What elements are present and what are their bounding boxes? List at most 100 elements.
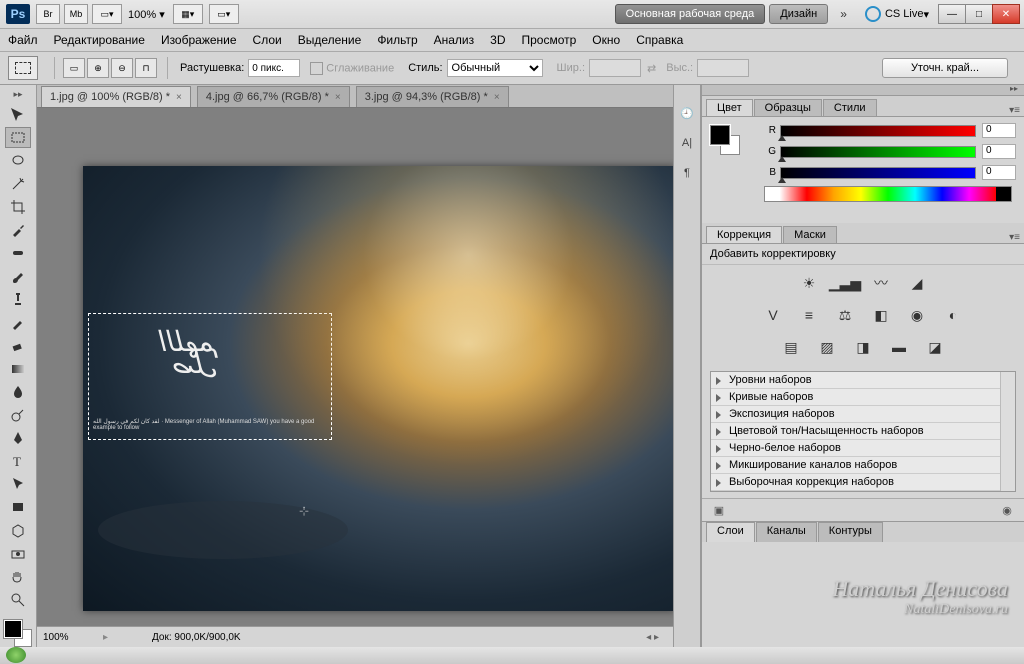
menu-view[interactable]: Просмотр — [521, 33, 576, 47]
shape-tool[interactable] — [5, 497, 31, 518]
workspace-essentials-button[interactable]: Основная рабочая среда — [615, 4, 766, 24]
history-brush-tool[interactable] — [5, 312, 31, 333]
bw-icon[interactable]: ◧ — [870, 305, 892, 325]
list-item[interactable]: Экспозиция наборов — [711, 406, 1015, 423]
lasso-tool[interactable] — [5, 150, 31, 171]
exposure-icon[interactable]: ◢ — [906, 273, 928, 293]
screen-mode-dropdown[interactable]: ▭▾ — [92, 4, 122, 24]
document-tab[interactable]: 3.jpg @ 94,3% (RGB/8) *× — [356, 86, 509, 107]
list-item[interactable]: Кривые наборов — [711, 389, 1015, 406]
list-item[interactable]: Черно-белое наборов — [711, 440, 1015, 457]
close-button[interactable]: ✕ — [992, 4, 1020, 24]
menu-filter[interactable]: Фильтр — [377, 33, 417, 47]
b-value[interactable]: 0 — [982, 165, 1016, 180]
tab-swatches[interactable]: Образцы — [754, 99, 822, 116]
photo-filter-icon[interactable]: ◉ — [906, 305, 928, 325]
panel-swatches[interactable] — [710, 125, 740, 155]
paragraph-panel-icon[interactable]: ¶ — [677, 163, 697, 183]
character-panel-icon[interactable]: A| — [677, 133, 697, 153]
arrange-docs-dropdown[interactable]: ▦▾ — [173, 4, 203, 24]
crop-tool[interactable] — [5, 196, 31, 217]
tab-color[interactable]: Цвет — [706, 99, 753, 116]
minibridge-button[interactable]: Mb — [64, 4, 88, 24]
selection-intersect-icon[interactable]: ⊓ — [135, 58, 157, 78]
pen-tool[interactable] — [5, 428, 31, 449]
selection-add-icon[interactable]: ⊕ — [87, 58, 109, 78]
marquee-tool[interactable] — [5, 127, 31, 148]
refine-edge-button[interactable]: Уточн. край... — [882, 58, 1008, 78]
workspace-more-button[interactable]: » — [832, 7, 855, 21]
tab-paths[interactable]: Контуры — [818, 522, 883, 542]
selective-color-icon[interactable]: ◪ — [924, 337, 946, 357]
style-select[interactable]: Обычный — [447, 59, 543, 77]
workspace-design-button[interactable]: Дизайн — [769, 4, 828, 24]
close-tab-icon[interactable]: × — [494, 92, 500, 103]
posterize-icon[interactable]: ▨ — [816, 337, 838, 357]
menu-analysis[interactable]: Анализ — [434, 33, 475, 47]
selection-new-icon[interactable]: ▭ — [63, 58, 85, 78]
3d-tool[interactable] — [5, 520, 31, 541]
curves-icon[interactable]: 〰 — [870, 273, 892, 293]
dodge-tool[interactable] — [5, 404, 31, 425]
brush-tool[interactable] — [5, 266, 31, 287]
feather-input[interactable] — [248, 59, 300, 77]
minimize-button[interactable]: — — [938, 4, 966, 24]
canvas[interactable]: اللهمصل لقد كان لكم في رسول الله · Messe… — [83, 166, 673, 611]
list-item[interactable]: Уровни наборов — [711, 372, 1015, 389]
camera-tool[interactable] — [5, 543, 31, 564]
maximize-button[interactable]: □ — [965, 4, 993, 24]
status-scroll-icon[interactable]: ◂ ▸ — [646, 632, 659, 643]
panel-menu-icon[interactable]: ▾≡ — [1009, 232, 1020, 243]
cs-live-button[interactable]: CS Live ▾ — [865, 6, 929, 22]
bridge-button[interactable]: Br — [36, 4, 60, 24]
levels-icon[interactable]: ▁▃▅ — [834, 273, 856, 293]
foreground-color-swatch[interactable] — [4, 620, 22, 638]
threshold-icon[interactable]: ◨ — [852, 337, 874, 357]
status-zoom[interactable]: 100% — [43, 632, 99, 643]
eraser-tool[interactable] — [5, 335, 31, 356]
list-item[interactable]: Микширование каналов наборов — [711, 457, 1015, 474]
r-value[interactable]: 0 — [982, 123, 1016, 138]
move-tool[interactable] — [5, 104, 31, 125]
canvas-viewport[interactable]: اللهمصل لقد كان لكم في رسول الله · Messe… — [37, 108, 673, 626]
gradient-tool[interactable] — [5, 358, 31, 379]
g-value[interactable]: 0 — [982, 144, 1016, 159]
channel-mixer-icon[interactable]: ◐ — [942, 305, 964, 325]
blur-tool[interactable] — [5, 381, 31, 402]
tab-styles[interactable]: Стили — [823, 99, 877, 116]
balance-icon[interactable]: ⚖ — [834, 305, 856, 325]
close-tab-icon[interactable]: × — [335, 92, 341, 103]
menu-select[interactable]: Выделение — [298, 33, 362, 47]
document-tab[interactable]: 1.jpg @ 100% (RGB/8) *× — [41, 86, 191, 107]
selection-subtract-icon[interactable]: ⊖ — [111, 58, 133, 78]
extras-dropdown[interactable]: ▭▾ — [209, 4, 239, 24]
menu-layers[interactable]: Слои — [253, 33, 282, 47]
tab-adjustments[interactable]: Коррекция — [706, 226, 782, 243]
hue-icon[interactable]: ≡ — [798, 305, 820, 325]
menu-edit[interactable]: Редактирование — [54, 33, 145, 47]
history-panel-icon[interactable]: 🕘 — [677, 103, 697, 123]
list-item[interactable]: Цветовой тон/Насыщенность наборов — [711, 423, 1015, 440]
zoom-tool[interactable] — [5, 589, 31, 610]
path-select-tool[interactable] — [5, 474, 31, 495]
menu-help[interactable]: Справка — [636, 33, 683, 47]
vibrance-icon[interactable]: V — [762, 305, 784, 325]
adj-clip-icon[interactable]: ▣ — [710, 502, 728, 518]
menu-window[interactable]: Окно — [592, 33, 620, 47]
heal-tool[interactable] — [5, 243, 31, 264]
adj-view-icon[interactable]: ◉ — [998, 502, 1016, 518]
status-docinfo[interactable]: Док: 900,0K/900,0K — [152, 632, 241, 643]
start-button[interactable] — [6, 647, 26, 663]
type-tool[interactable]: T — [5, 451, 31, 472]
eyedropper-tool[interactable] — [5, 220, 31, 241]
g-slider[interactable] — [780, 146, 976, 158]
panel-menu-icon[interactable]: ▾≡ — [1009, 105, 1020, 116]
menu-file[interactable]: Файл — [8, 33, 38, 47]
b-slider[interactable] — [780, 167, 976, 179]
current-tool-preset[interactable] — [8, 56, 38, 80]
r-slider[interactable] — [780, 125, 976, 137]
invert-icon[interactable]: ▤ — [780, 337, 802, 357]
scrollbar[interactable] — [1000, 372, 1015, 491]
wand-tool[interactable] — [5, 173, 31, 194]
color-ramp[interactable] — [764, 186, 1012, 202]
